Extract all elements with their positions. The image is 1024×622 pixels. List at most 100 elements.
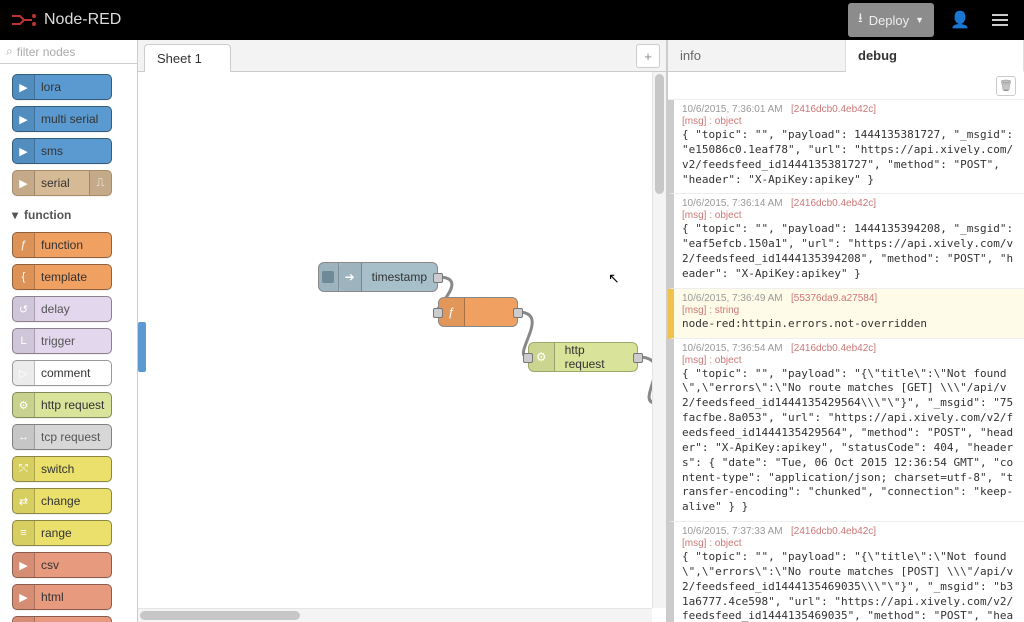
inject-button[interactable] [319,263,339,291]
palette-node-comment[interactable]: ▷comment [12,360,112,386]
palette-node-csv[interactable]: ▶csv [12,552,112,578]
palette-node-serial[interactable]: ▶serial⎍ [12,170,112,196]
node-palette: ⌕ filter nodes ▶lora ▶multi serial ▶sms ▶se… [0,40,138,622]
app-title: Node-RED [44,11,121,29]
deploy-icon: ⭳ [858,9,863,31]
palette-node-function[interactable]: ƒfunction [12,232,112,258]
tab-debug[interactable]: debug [846,40,1024,72]
add-tab-button[interactable]: + [636,44,660,68]
debug-message[interactable]: 10/6/2015, 7:36:01 AM [2416dcb0.4eb42c][… [668,100,1024,194]
flow-node-http-request[interactable]: ⚙ http request [528,342,638,372]
node-type-icon: ⤲ [13,457,35,481]
node-type-icon: ⚙ [13,393,35,417]
search-icon: ⌕ [6,44,13,59]
arrow-right-icon: ➔ [339,263,362,291]
node-type-icon: ⇄ [13,489,35,513]
tab-sheet-1[interactable]: Sheet 1 [144,44,231,72]
palette-node-range[interactable]: ≡range [12,520,112,546]
node-type-icon: L [13,329,35,353]
palette-node-template[interactable]: {template [12,264,112,290]
palette-node-switch[interactable]: ⤲switch [12,456,112,482]
output-port[interactable] [513,308,523,318]
category-function[interactable]: ▾ function [8,202,133,228]
debug-message[interactable]: 10/6/2015, 7:37:33 AM [2416dcb0.4eb42c][… [668,522,1024,622]
chevron-down-icon: ▾ [12,208,18,222]
debug-message[interactable]: 10/6/2015, 7:36:14 AM [2416dcb0.4eb42c][… [668,194,1024,288]
debug-payload: { "topic": "", "payload": 1444135394208,… [682,222,1016,281]
arrow-right-icon: ▶ [13,75,35,99]
debug-node-id[interactable]: [2416dcb0.4eb42c] [791,104,876,115]
debug-meta: 10/6/2015, 7:36:01 AM [2416dcb0.4eb42c] [682,104,1016,115]
debug-node-id[interactable]: [2416dcb0.4eb42c] [791,526,876,537]
debug-meta: 10/6/2015, 7:36:14 AM [2416dcb0.4eb42c] [682,198,1016,209]
node-type-icon: ▷ [13,361,35,385]
debug-node-id[interactable]: [55376da9.a27584] [791,293,877,304]
palette-node-trigger[interactable]: Ltrigger [12,328,112,354]
debug-node-id[interactable]: [2416dcb0.4eb42c] [791,198,876,209]
node-type-icon: ↔ [13,425,35,449]
deploy-label: Deploy [869,13,909,28]
node-type-icon: { [13,265,35,289]
menu-button[interactable] [986,14,1014,26]
arrow-right-icon: ▶ [13,107,35,131]
filter-placeholder: filter nodes [17,45,76,59]
output-port[interactable] [633,353,643,363]
chevron-down-icon: ▼ [915,15,924,25]
debug-type: [msg] : object [682,116,1016,127]
category-label: function [24,208,71,222]
node-type-icon: ▶ [13,553,35,577]
input-port[interactable] [433,308,443,318]
serial-icon: ⎍ [89,171,111,195]
debug-node-id[interactable]: [2416dcb0.4eb42c] [791,343,876,354]
debug-type: [msg] : object [682,538,1016,549]
flow-node-inject[interactable]: ➔ timestamp [318,262,438,292]
palette-node-delay[interactable]: ↺delay [12,296,112,322]
node-type-icon: ≡ [13,521,35,545]
palette-node-multi-serial[interactable]: ▶multi serial [12,106,112,132]
debug-message[interactable]: 10/6/2015, 7:36:49 AM [55376da9.a27584][… [668,289,1024,339]
node-type-icon: ƒ [13,233,35,257]
debug-meta: 10/6/2015, 7:37:33 AM [2416dcb0.4eb42c] [682,526,1016,537]
node-label: http request [555,343,637,371]
workspace-tabs: Sheet 1 + [138,40,666,72]
clear-debug-button[interactable]: 🗑 [996,76,1016,96]
debug-messages[interactable]: 10/6/2015, 7:36:01 AM [2416dcb0.4eb42c][… [668,100,1024,622]
debug-message[interactable]: 10/6/2015, 7:36:54 AM [2416dcb0.4eb42c][… [668,339,1024,522]
debug-meta: 10/6/2015, 7:36:49 AM [55376da9.a27584] [682,293,1016,304]
canvas-vertical-scrollbar[interactable] [652,72,666,608]
palette-node-json[interactable]: ▶json [12,616,112,622]
debug-type: [msg] : string [682,305,1016,316]
input-port[interactable] [523,353,533,363]
palette-node-change[interactable]: ⇄change [12,488,112,514]
canvas-horizontal-scrollbar[interactable] [138,608,652,622]
debug-type: [msg] : object [682,355,1016,366]
sidebar: info debug 🗑 10/6/2015, 7:36:01 AM [2416… [667,40,1024,622]
filter-nodes-input[interactable]: ⌕ filter nodes [0,40,137,64]
deploy-button[interactable]: ⭳ Deploy ▼ [848,3,934,37]
arrow-right-icon: ▶ [13,171,35,195]
node-type-icon: ▶ [13,585,35,609]
palette-node-sms[interactable]: ▶sms [12,138,112,164]
node-type-icon: ↺ [13,297,35,321]
debug-payload: { "topic": "", "payload": "{\"title\":\"… [682,550,1016,622]
tab-info[interactable]: info [668,40,846,71]
debug-meta: 10/6/2015, 7:36:54 AM [2416dcb0.4eb42c] [682,343,1016,354]
palette-node-tcp-request[interactable]: ↔tcp request [12,424,112,450]
app-header: Node-RED ⭳ Deploy ▼ 👤 [0,0,1024,40]
user-icon[interactable]: 👤 [944,10,976,30]
node-type-icon: ▶ [13,617,35,622]
palette-node-html[interactable]: ▶html [12,584,112,610]
output-port[interactable] [433,273,443,283]
logo: Node-RED [10,11,121,29]
debug-payload: { "topic": "", "payload": 1444135381727,… [682,128,1016,187]
flow-canvas[interactable]: ➔ timestamp ƒ ⚙ http request msg ≡ [138,72,666,622]
logo-icon [10,12,38,28]
debug-payload: node-red:httpin.errors.not-overridden [682,317,1016,332]
flow-node-function[interactable]: ƒ [438,297,518,327]
palette-node-http-request[interactable]: ⚙http request [12,392,112,418]
workspace: Sheet 1 + ➔ timestamp ƒ [138,40,667,622]
palette-node-lora[interactable]: ▶lora [12,74,112,100]
node-label: timestamp [362,270,437,284]
arrow-right-icon: ▶ [13,139,35,163]
debug-type: [msg] : object [682,210,1016,221]
